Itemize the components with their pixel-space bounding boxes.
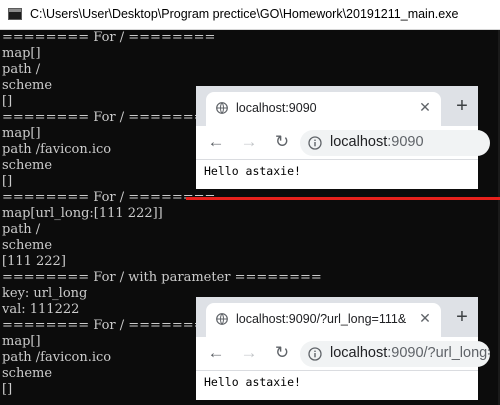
- arrow-left-icon[interactable]: ←: [206, 343, 226, 363]
- tab-title: localhost:9090/?url_long=111&: [236, 312, 407, 326]
- browser-window-2: localhost:9090/?url_long=111& ✕ + ← → ↻ …: [196, 297, 490, 400]
- console-line: [111 222]: [2, 254, 66, 269]
- arrow-right-icon[interactable]: →: [239, 343, 259, 363]
- console-line: val: 111222: [2, 302, 80, 317]
- console-line: scheme: [2, 158, 53, 173]
- console-line: ======== For / ========: [2, 190, 216, 205]
- console-line: path /favicon.ico: [2, 350, 112, 365]
- url-host: localhost: [330, 345, 388, 361]
- console-line: ======== For / ========: [2, 110, 216, 125]
- reload-icon[interactable]: ↻: [272, 132, 292, 152]
- console-line: map[]: [2, 46, 41, 61]
- url-host: localhost: [330, 134, 388, 150]
- console-titlebar[interactable]: C:\Users\User\Desktop\Program prectice\G…: [0, 0, 500, 30]
- browser-toolbar: ← → ↻ localhost:9090: [196, 126, 490, 160]
- console-line: path /: [2, 62, 41, 77]
- browser-tab[interactable]: localhost:9090 ✕: [206, 92, 441, 126]
- arrow-left-icon[interactable]: ←: [206, 132, 226, 152]
- page-content: Hello astaxie!: [196, 160, 478, 189]
- page-content: Hello astaxie!: [196, 371, 478, 400]
- address-bar[interactable]: localhost:9090: [300, 130, 490, 156]
- reload-icon[interactable]: ↻: [272, 343, 292, 363]
- console-line: ======== For / ========: [2, 30, 216, 45]
- console-line: path /: [2, 222, 41, 237]
- page-text: Hello astaxie!: [204, 375, 301, 389]
- console-line: []: [2, 94, 13, 109]
- console-line: ======== For / with parameter ========: [2, 270, 322, 285]
- console-line: []: [2, 174, 13, 189]
- browser-tab[interactable]: localhost:9090/?url_long=111& ✕: [206, 303, 441, 337]
- page-text: Hello astaxie!: [204, 164, 301, 178]
- browser-window-1: localhost:9090 ✕ + ← → ↻ localhost:9090 …: [196, 86, 490, 189]
- info-icon[interactable]: [308, 347, 322, 361]
- console-line: map[]: [2, 126, 41, 141]
- console-line: key: url_long: [2, 286, 88, 301]
- red-divider: [186, 197, 500, 200]
- address-url: localhost:9090: [330, 134, 424, 150]
- tab-title: localhost:9090: [236, 101, 317, 115]
- console-line: map[url_long:[111 222]]: [2, 206, 163, 221]
- url-rest: :9090/?url_long=111&url_long=222: [387, 345, 490, 361]
- close-icon[interactable]: ✕: [417, 99, 433, 115]
- tab-strip: localhost:9090 ✕ +: [196, 86, 478, 126]
- window-title: C:\Users\User\Desktop\Program prectice\G…: [30, 7, 459, 21]
- console-line: map[]: [2, 334, 41, 349]
- plus-icon[interactable]: +: [452, 305, 472, 329]
- url-rest: :9090: [387, 134, 424, 150]
- console-line: scheme: [2, 366, 53, 381]
- console-line: []: [2, 382, 13, 397]
- address-bar[interactable]: localhost:9090/?url_long=111&url_long=22…: [300, 341, 490, 367]
- console-line: scheme: [2, 78, 53, 93]
- plus-icon[interactable]: +: [452, 94, 472, 118]
- globe-icon: [216, 102, 228, 114]
- browser-toolbar: ← → ↻ localhost:9090/?url_long=111&url_l…: [196, 337, 490, 371]
- address-url: localhost:9090/?url_long=111&url_long=22…: [330, 345, 490, 361]
- tab-strip: localhost:9090/?url_long=111& ✕ +: [196, 297, 478, 337]
- console-line: scheme: [2, 238, 53, 253]
- arrow-right-icon[interactable]: →: [239, 132, 259, 152]
- console-line: path /favicon.ico: [2, 142, 112, 157]
- info-icon[interactable]: [308, 136, 322, 150]
- console-line: ======== For / ========: [2, 318, 216, 333]
- close-icon[interactable]: ✕: [417, 310, 433, 326]
- console-app-icon: [8, 8, 22, 20]
- globe-icon: [216, 313, 228, 325]
